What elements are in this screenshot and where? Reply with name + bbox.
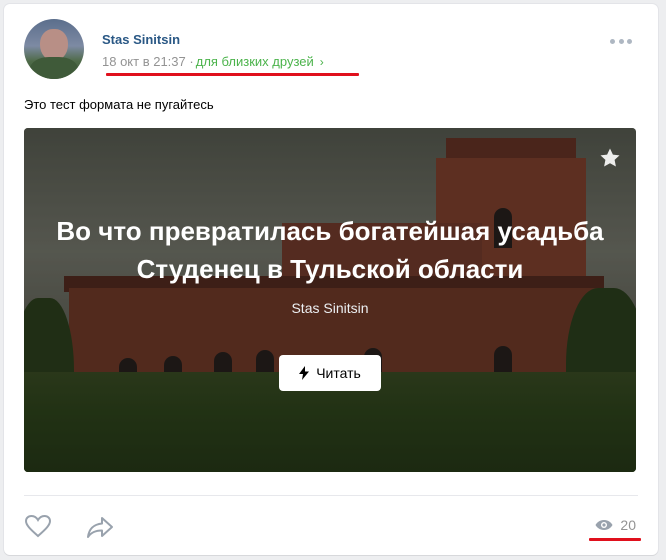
share-icon[interactable] [86,515,114,539]
read-button-label: Читать [316,365,361,381]
author-name[interactable]: Stas Sinitsin [102,32,180,47]
views-counter: 20 [595,517,636,533]
post-date[interactable]: 18 окт в 21:37 [102,54,186,69]
article-author: Stas Sinitsin [291,300,369,316]
post-meta: 18 окт в 21:37 · для близких друзей › [102,54,324,69]
like-icon[interactable] [24,514,52,538]
annotation-underline [106,73,359,76]
star-icon[interactable] [598,146,622,170]
chevron-right-icon[interactable]: › [320,55,324,69]
eye-icon [595,520,613,530]
article-title[interactable]: Во что превратилась богатейшая усадьба С… [24,212,636,288]
read-button[interactable]: Читать [279,355,381,391]
divider [24,495,638,496]
meta-separator: · [189,54,194,69]
post-card: Stas Sinitsin 18 окт в 21:37 · для близки… [4,4,658,555]
avatar[interactable] [24,19,84,79]
views-count: 20 [620,517,636,533]
post-text: Это тест формата не пугайтесь [24,97,214,112]
annotation-underline [589,538,641,541]
more-icon[interactable] [610,37,632,45]
privacy-label[interactable]: для близких друзей [196,54,314,69]
article-card[interactable]: Во что превратилась богатейшая усадьба С… [24,128,636,472]
bolt-icon [299,366,310,380]
